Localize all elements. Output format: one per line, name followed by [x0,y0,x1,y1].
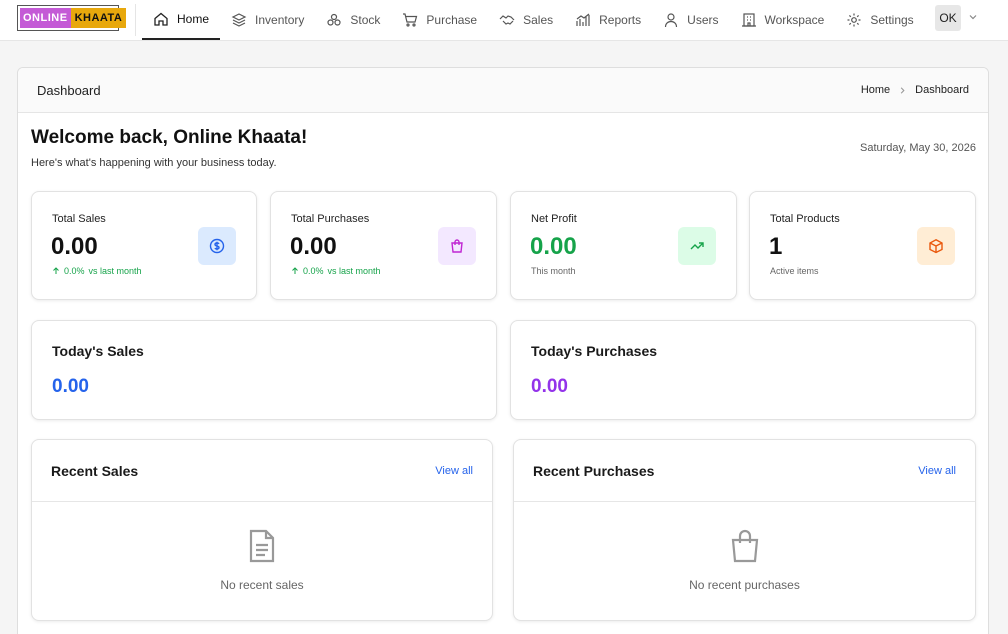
nav-item-inventory[interactable]: Inventory [220,0,315,40]
recent-sales-view-all-link[interactable]: View all [435,465,473,477]
nav-item-label: Sales [523,13,554,27]
today-sales-label: Today's Sales [52,343,144,359]
handshake-icon [499,15,515,25]
recent-purchases-title: Recent Purchases [533,462,655,479]
breadcrumb-current: Dashboard [915,84,969,96]
stat-icon-tile [678,227,716,265]
nav-item-label: Reports [599,13,642,27]
top-navbar: ONLINE KHAATA Home Inventory Stock Purch… [0,0,1008,41]
recent-purchases-empty-text: No recent purchases [689,578,800,592]
nav-item-label: Purchase [426,13,478,27]
recent-purchases-header: Recent Purchases View all [514,440,975,502]
today-purchases-value: 0.00 [531,376,568,397]
nav-divider [135,4,136,36]
chevron-down-icon[interactable] [967,11,979,23]
recent-sales-header: Recent Sales View all [32,440,492,502]
chart-icon [576,13,590,26]
user-avatar[interactable]: OK [935,5,961,31]
trending-up-icon [690,242,704,250]
stat-card-total-sales: Total Sales 0.00 0.0% vs last month [31,191,257,300]
stat-icon-tile [438,227,476,265]
today-purchases-card: Today's Purchases 0.00 [510,320,976,420]
logo-part-online: ONLINE [20,8,71,28]
shopping-bag-icon [731,529,758,563]
nav-item-reports[interactable]: Reports [564,0,652,40]
recent-purchases-empty-state: No recent purchases [514,529,975,592]
nav-item-stock[interactable]: Stock [315,0,391,40]
stat-value: 1 [769,233,783,260]
dollar-icon [209,238,225,254]
boxes-icon [327,13,341,26]
breadcrumb: Home Dashboard [861,84,969,96]
nav-item-label: Stock [350,13,381,27]
arrow-up-icon [53,267,59,274]
stat-card-total-purchases: Total Purchases 0.00 0.0% vs last month [270,191,497,300]
current-date: Saturday, May 30, 2026 [860,142,976,154]
nav-item-label: Users [687,13,719,27]
stat-trend-pct: 0.0% [64,266,85,276]
recent-purchases-card: Recent Purchases View all No recent purc… [513,439,976,621]
cart-icon [403,13,418,27]
stat-label: Net Profit [531,213,577,225]
logo[interactable]: ONLINE KHAATA [17,5,127,31]
bag-icon [451,239,463,253]
nav-item-home[interactable]: Home [142,0,221,40]
nav-item-label: Workspace [764,13,825,27]
welcome-title: Welcome back, Online Khaata! [31,127,308,148]
recent-sales-empty-text: No recent sales [220,578,304,592]
page-title: Dashboard [37,82,101,98]
stat-icon-tile [917,227,955,265]
nav-item-label: Settings [870,13,914,27]
stat-trend-text: vs last month [327,266,381,276]
panel-header: Dashboard Home Dashboard [18,68,988,113]
chevron-right-icon [900,86,905,94]
nav-item-purchase[interactable]: Purchase [391,0,488,40]
welcome-subtitle: Here's what's happening with your busine… [31,157,277,169]
stat-trend: 0.0% vs last month [291,266,381,276]
today-purchases-label: Today's Purchases [531,343,658,359]
nav-item-sales[interactable]: Sales [488,0,564,40]
today-sales-value: 0.00 [52,376,89,397]
stat-value: 0.00 [530,233,577,260]
nav-item-label: Inventory [255,13,305,27]
home-icon [154,12,168,26]
nav-item-settings[interactable]: Settings [835,0,924,40]
stat-label: Total Products [770,213,840,225]
stat-label: Total Sales [52,213,106,225]
layers-icon [231,13,247,27]
stat-trend: 0.0% vs last month [52,266,142,276]
dashboard-panel: Dashboard Home Dashboard Welcome back, O… [17,67,989,634]
recent-sales-empty-state: No recent sales [32,529,492,592]
nav-item-label: Home [177,12,210,26]
recent-sales-card: Recent Sales View all No recent sales [31,439,493,621]
breadcrumb-home[interactable]: Home [861,84,890,96]
stat-value: 0.00 [290,233,337,260]
building-icon [741,13,756,27]
stat-trend-text: vs last month [88,266,142,276]
cube-icon [929,239,943,254]
document-icon [249,529,275,563]
nav-item-workspace[interactable]: Workspace [730,0,836,40]
recent-purchases-view-all-link[interactable]: View all [918,465,956,477]
stat-sub: Active items [770,266,819,276]
logo-part-khaata: KHAATA [70,8,127,28]
recent-sales-title: Recent Sales [51,462,139,479]
arrow-up-icon [292,267,298,274]
today-sales-card: Today's Sales 0.00 [31,320,497,420]
user-icon [665,13,678,28]
stat-icon-tile [198,227,236,265]
nav-item-users[interactable]: Users [652,0,729,40]
gear-icon [847,13,861,27]
stat-trend-pct: 0.0% [303,266,324,276]
stat-value: 0.00 [51,233,98,260]
stat-label: Total Purchases [291,213,370,225]
stat-card-total-products: Total Products 1 Active items [749,191,976,300]
main-nav: Home Inventory Stock Purchase Sales Repo… [142,0,925,40]
stat-card-net-profit: Net Profit 0.00 This month [510,191,737,300]
stat-sub: This month [531,266,576,276]
